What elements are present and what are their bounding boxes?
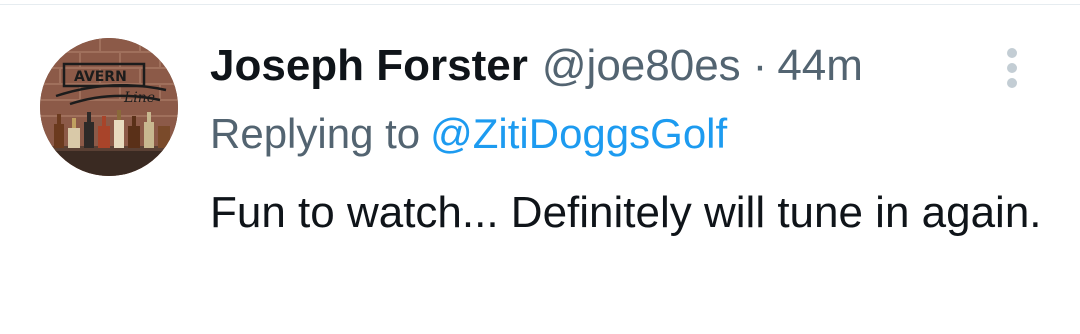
replying-to-label: Replying to [210, 110, 421, 157]
timestamp[interactable]: 44m [777, 36, 863, 96]
avatar[interactable]: AVERN Line [40, 38, 178, 176]
header-separator: · [752, 41, 768, 90]
tweet-text: Fun to watch... Definitely will tune in … [210, 188, 1042, 237]
tweet-reply[interactable]: AVERN Line Joseph Forster @joe80es · 44m… [0, 0, 1080, 334]
tweet-header: Joseph Forster @joe80es · 44m [210, 36, 863, 96]
avatar-sign-text: AVERN [74, 69, 127, 85]
avatar-script-text: Line [123, 90, 155, 106]
replying-to: Replying to @ZitiDoggsGolf [210, 104, 727, 164]
more-vertical-icon[interactable] [994, 44, 1030, 92]
reply-to-handle-link[interactable]: @ZitiDoggsGolf [430, 110, 727, 157]
author-name[interactable]: Joseph Forster [210, 36, 528, 96]
avatar-image: AVERN Line [40, 38, 178, 176]
author-handle[interactable]: @joe80es [542, 36, 741, 96]
